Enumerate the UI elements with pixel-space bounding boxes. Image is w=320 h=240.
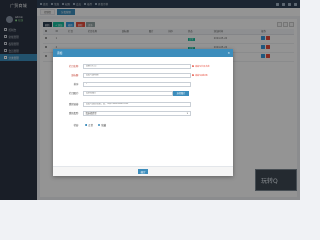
dialog-footer: 确定 [53, 166, 233, 176]
type-select-value: 请选择类型 [85, 112, 97, 115]
add-dialog: 添加 ✕ 栏目名称: ✕请填写栏目名称 副标题: ✕请填写副标题 排序: 栏目图… [53, 49, 233, 176]
status-radio-group: 正常 隐藏 [85, 123, 106, 127]
url-input[interactable] [83, 101, 191, 107]
subtitle-error: ✕ 请填写副标题 [192, 73, 208, 77]
field-label: 排序: [73, 83, 79, 86]
status-radio-normal[interactable]: 正常 [85, 123, 93, 127]
error-icon: ✕ [192, 64, 195, 68]
close-icon[interactable]: ✕ [227, 51, 230, 55]
field-row-status: 状态: 正常 隐藏 [53, 121, 233, 129]
field-label: 状态: [73, 124, 79, 127]
status-radio-hidden[interactable]: 隐藏 [98, 123, 106, 127]
confirm-button[interactable]: 确定 [137, 168, 149, 175]
image-path-input[interactable] [83, 90, 173, 96]
category-name-input[interactable] [83, 63, 191, 69]
choose-image-button[interactable]: 选择图片 [173, 90, 189, 96]
field-row-url: 跳转链接: [53, 100, 233, 108]
field-label: 栏目图片: [69, 92, 79, 95]
field-label: 栏目名称: [69, 65, 79, 68]
name-error: ✕ 请填写栏目名称 [192, 64, 210, 68]
weigh-input[interactable] [83, 81, 191, 87]
field-label: 跳转类型: [69, 112, 79, 115]
error-icon: ✕ [192, 73, 195, 77]
field-label: 副标题: [71, 74, 79, 77]
field-row-subtitle: 副标题: ✕请填写副标题 [53, 71, 233, 79]
field-row-weigh: 排序: [53, 80, 233, 88]
field-label: 跳转链接: [69, 103, 79, 106]
chevron-down-icon: ▾ [186, 111, 188, 115]
field-row-name: 栏目名称: ✕请填写栏目名称 [53, 62, 233, 70]
radio-unchecked-icon [98, 123, 101, 127]
field-row-type: 跳转类型: 请选择类型 ▾ [53, 109, 233, 117]
radio-checked-icon [85, 123, 88, 127]
subtitle-input[interactable] [83, 72, 191, 78]
dialog-title: 添加 [57, 51, 63, 55]
field-row-image: 栏目图片: 选择图片 [53, 89, 233, 97]
type-select[interactable]: 请选择类型 ▾ [83, 110, 191, 116]
dialog-header: 添加 ✕ [53, 49, 233, 57]
